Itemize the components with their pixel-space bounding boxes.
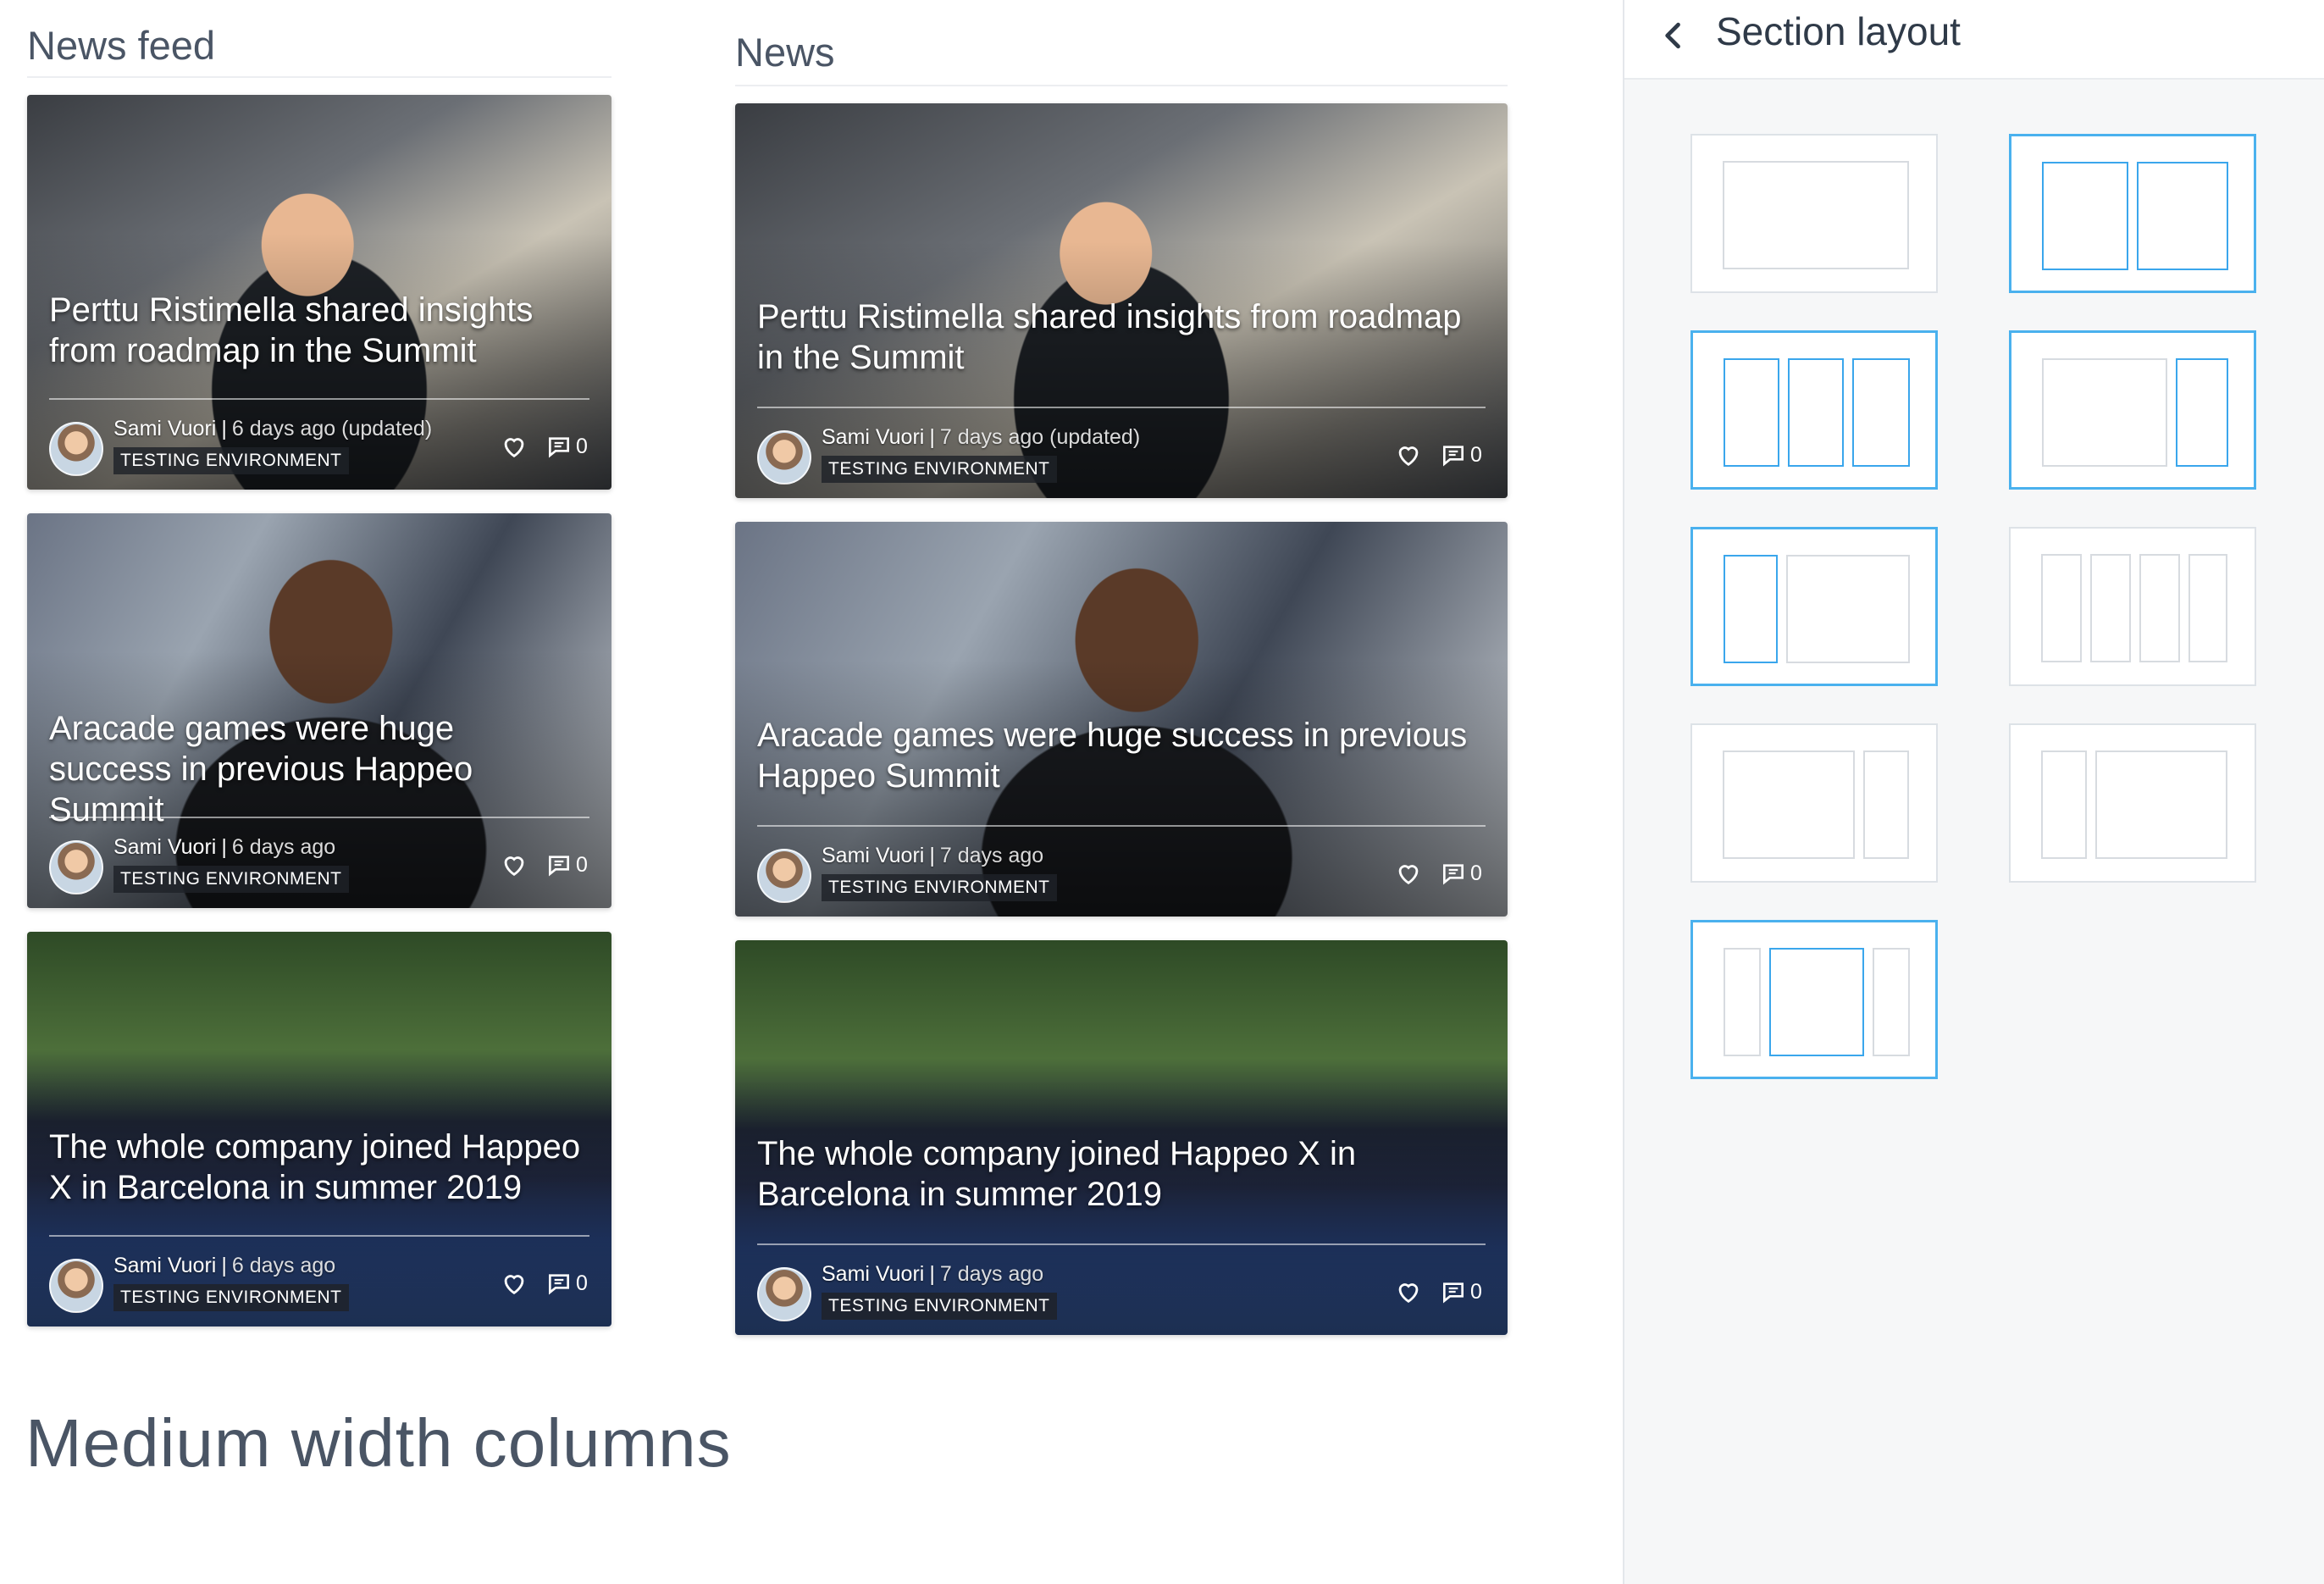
layout-option-narrow-left-wide-right[interactable] [1690,527,1938,686]
author-avatar [757,430,811,485]
post-time: 7 days ago [939,425,1044,449]
author-name[interactable]: Sami Vuori [113,1254,216,1277]
comment-icon [1443,864,1464,885]
author-name[interactable]: Sami Vuori [822,844,924,867]
heart-icon[interactable] [1394,859,1423,888]
post-time: 7 days ago [939,1262,1044,1286]
news-card[interactable]: Aracade games were huge success in previ… [735,522,1508,917]
updated-label: (updated) [1049,425,1141,449]
author-name[interactable]: Sami Vuori [822,1262,924,1286]
author-name[interactable]: Sami Vuori [113,417,216,440]
author-name[interactable]: Sami Vuori [113,835,216,859]
news-card[interactable]: The whole company joined Happeo X in Bar… [735,940,1508,1335]
author-avatar [49,422,103,476]
comment-count[interactable]: 0 [1440,859,1482,888]
author-avatar [49,1259,103,1313]
post-time: 6 days ago [231,1254,336,1277]
card-title[interactable]: The whole company joined Happeo X in Bar… [757,1133,1401,1215]
layout-option-two-equal-columns[interactable] [2009,134,2256,293]
comment-count[interactable]: 0 [545,850,588,879]
chevron-left-icon[interactable] [1655,17,1692,54]
channel-tag[interactable]: TESTING ENVIRONMENT [822,1293,1057,1320]
comment-icon [1443,446,1464,467]
comment-icon [549,437,569,458]
card-title[interactable]: Aracade games were huge success in previ… [49,708,574,830]
channel-tag[interactable]: TESTING ENVIRONMENT [113,1284,349,1311]
author-name[interactable]: Sami Vuori [822,425,924,449]
column-title-news-feed: News feed [27,23,216,68]
heart-icon[interactable] [500,850,528,879]
layout-option-wide-left-narrow-right-alt[interactable] [1690,723,1938,883]
section-layout-panel: Section layout [1623,0,2324,1584]
author-avatar [757,849,811,903]
layout-option-four-equal-columns[interactable] [2009,527,2256,686]
card-meta: Sami Vuori | 7 days ago [822,844,1044,867]
card-meta: Sami Vuori | 6 days ago (updated) [113,417,433,440]
panel-header: Section layout [1624,0,2324,80]
card-title[interactable]: Perttu Ristimella shared insights from r… [757,296,1494,378]
heart-icon[interactable] [1394,1277,1423,1306]
channel-tag[interactable]: TESTING ENVIRONMENT [822,874,1057,901]
card-meta: Sami Vuori | 6 days ago [113,1254,336,1277]
layout-option-narrow-wide-narrow[interactable] [1690,920,1938,1079]
updated-label: (updated) [341,417,433,440]
layout-option-wide-left-narrow-right[interactable] [2009,330,2256,490]
author-avatar [49,840,103,894]
card-title[interactable]: Aracade games were huge success in previ… [757,715,1494,796]
comment-count[interactable]: 0 [545,432,588,461]
comment-icon [549,1274,569,1295]
channel-tag[interactable]: TESTING ENVIRONMENT [113,447,349,474]
layout-option-narrow-left-wide-right-alt[interactable] [2009,723,2256,883]
comment-icon [549,856,569,877]
comment-count[interactable]: 0 [545,1269,588,1298]
channel-tag[interactable]: TESTING ENVIRONMENT [113,866,349,893]
author-avatar [757,1267,811,1321]
post-time: 7 days ago [939,844,1044,867]
comment-icon [1443,1282,1464,1304]
post-time: 6 days ago [231,835,336,859]
panel-title: Section layout [1716,9,1961,53]
heart-icon[interactable] [500,432,528,461]
layout-option-one-column[interactable] [1690,134,1938,293]
channel-tag[interactable]: TESTING ENVIRONMENT [822,456,1057,483]
heart-icon[interactable] [1394,440,1423,469]
news-card[interactable]: The whole company joined Happeo X in Bar… [27,932,611,1326]
layout-option-three-equal-columns[interactable] [1690,330,1938,490]
card-title[interactable]: Perttu Ristimella shared insights from r… [49,290,574,371]
card-meta: Sami Vuori | 7 days ago (updated) [822,425,1141,449]
news-card[interactable]: Perttu Ristimella shared insights from r… [27,95,611,490]
column-rule [27,76,611,78]
column-rule [735,85,1508,86]
comment-count[interactable]: 0 [1440,1277,1482,1306]
column-title-news: News [735,30,835,75]
card-title[interactable]: The whole company joined Happeo X in Bar… [49,1127,583,1208]
heart-icon[interactable] [500,1269,528,1298]
section-heading[interactable]: Medium width columns [25,1404,732,1482]
news-card[interactable]: Aracade games were huge success in previ… [27,513,611,908]
card-meta: Sami Vuori | 7 days ago [822,1262,1044,1286]
card-meta: Sami Vuori | 6 days ago [113,835,336,859]
comment-count[interactable]: 0 [1440,440,1482,469]
post-time: 6 days ago [231,417,336,440]
news-card[interactable]: Perttu Ristimella shared insights from r… [735,103,1508,498]
